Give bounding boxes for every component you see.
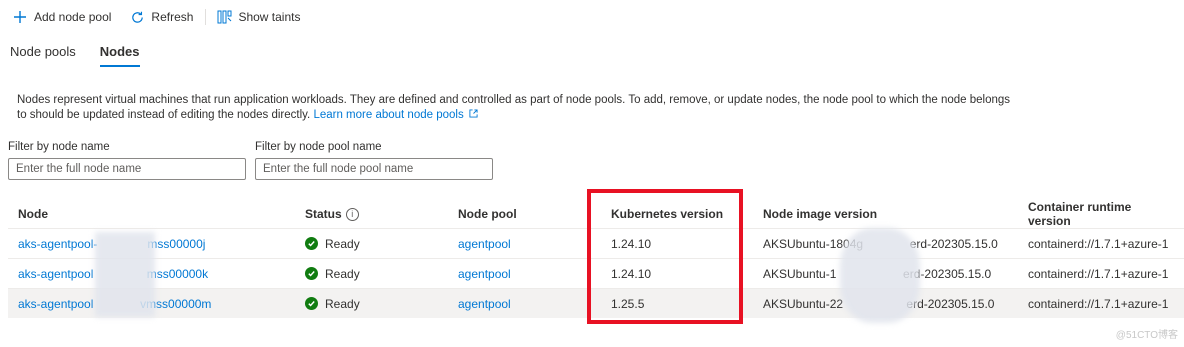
external-link-icon xyxy=(469,109,478,118)
column-header-container-runtime-version[interactable]: Container runtime version xyxy=(1018,200,1184,229)
node-pool-name-input[interactable] xyxy=(255,158,493,180)
node-pool-name-filter: Filter by node pool name xyxy=(255,141,493,180)
refresh-icon xyxy=(129,9,145,25)
toolbar-divider xyxy=(205,9,207,25)
nodes-description: Nodes represent virtual machines that ru… xyxy=(17,93,1017,123)
kubernetes-version-highlight xyxy=(587,189,743,324)
container-runtime-cell: containerd://1.7.1+azure-1 xyxy=(1018,228,1184,259)
column-header-node-pool[interactable]: Node pool xyxy=(448,200,601,229)
check-circle-icon xyxy=(305,237,318,250)
learn-more-link[interactable]: Learn more about node pools xyxy=(313,109,478,121)
command-bar: Add node pool Refresh Show taints xyxy=(12,6,318,28)
status-cell: Ready xyxy=(305,267,438,281)
watermark: @51CTO博客 xyxy=(1115,330,1178,341)
check-circle-icon xyxy=(305,267,318,280)
node-pool-link[interactable]: agentpool xyxy=(458,237,511,251)
redaction-blur xyxy=(840,228,920,323)
add-node-pool-button[interactable]: Add node pool xyxy=(12,9,111,25)
show-taints-label: Show taints xyxy=(238,10,301,24)
status-cell: Ready xyxy=(305,297,438,311)
plus-icon xyxy=(12,9,28,25)
container-runtime-cell: containerd://1.7.1+azure-1 xyxy=(1018,288,1184,318)
add-node-pool-label: Add node pool xyxy=(34,10,112,24)
show-taints-button[interactable]: Show taints xyxy=(216,9,300,25)
node-pool-link[interactable]: agentpool xyxy=(458,297,511,311)
column-header-node-image-version[interactable]: Node image version xyxy=(753,200,1018,229)
container-runtime-cell: containerd://1.7.1+azure-1 xyxy=(1018,258,1184,289)
node-name-filter: Filter by node name xyxy=(8,141,246,180)
redaction-blur xyxy=(95,232,155,317)
info-icon[interactable]: i xyxy=(345,208,359,221)
column-header-status[interactable]: Status i xyxy=(295,200,448,229)
taints-icon xyxy=(216,9,232,25)
tab-node-pools[interactable]: Node pools xyxy=(10,44,76,67)
check-circle-icon xyxy=(305,297,318,310)
refresh-button[interactable]: Refresh xyxy=(129,9,193,25)
column-header-node[interactable]: Node xyxy=(8,200,295,229)
refresh-label: Refresh xyxy=(151,10,194,24)
node-pool-link[interactable]: agentpool xyxy=(458,267,511,281)
tab-list: Node pools Nodes xyxy=(10,44,164,67)
status-cell: Ready xyxy=(305,237,438,251)
node-pool-name-filter-label: Filter by node pool name xyxy=(255,141,382,153)
description-text: Nodes represent virtual machines that ru… xyxy=(17,94,1011,121)
node-name-filter-label: Filter by node name xyxy=(8,141,110,153)
node-name-input[interactable] xyxy=(8,158,246,180)
tab-nodes[interactable]: Nodes xyxy=(99,44,140,67)
